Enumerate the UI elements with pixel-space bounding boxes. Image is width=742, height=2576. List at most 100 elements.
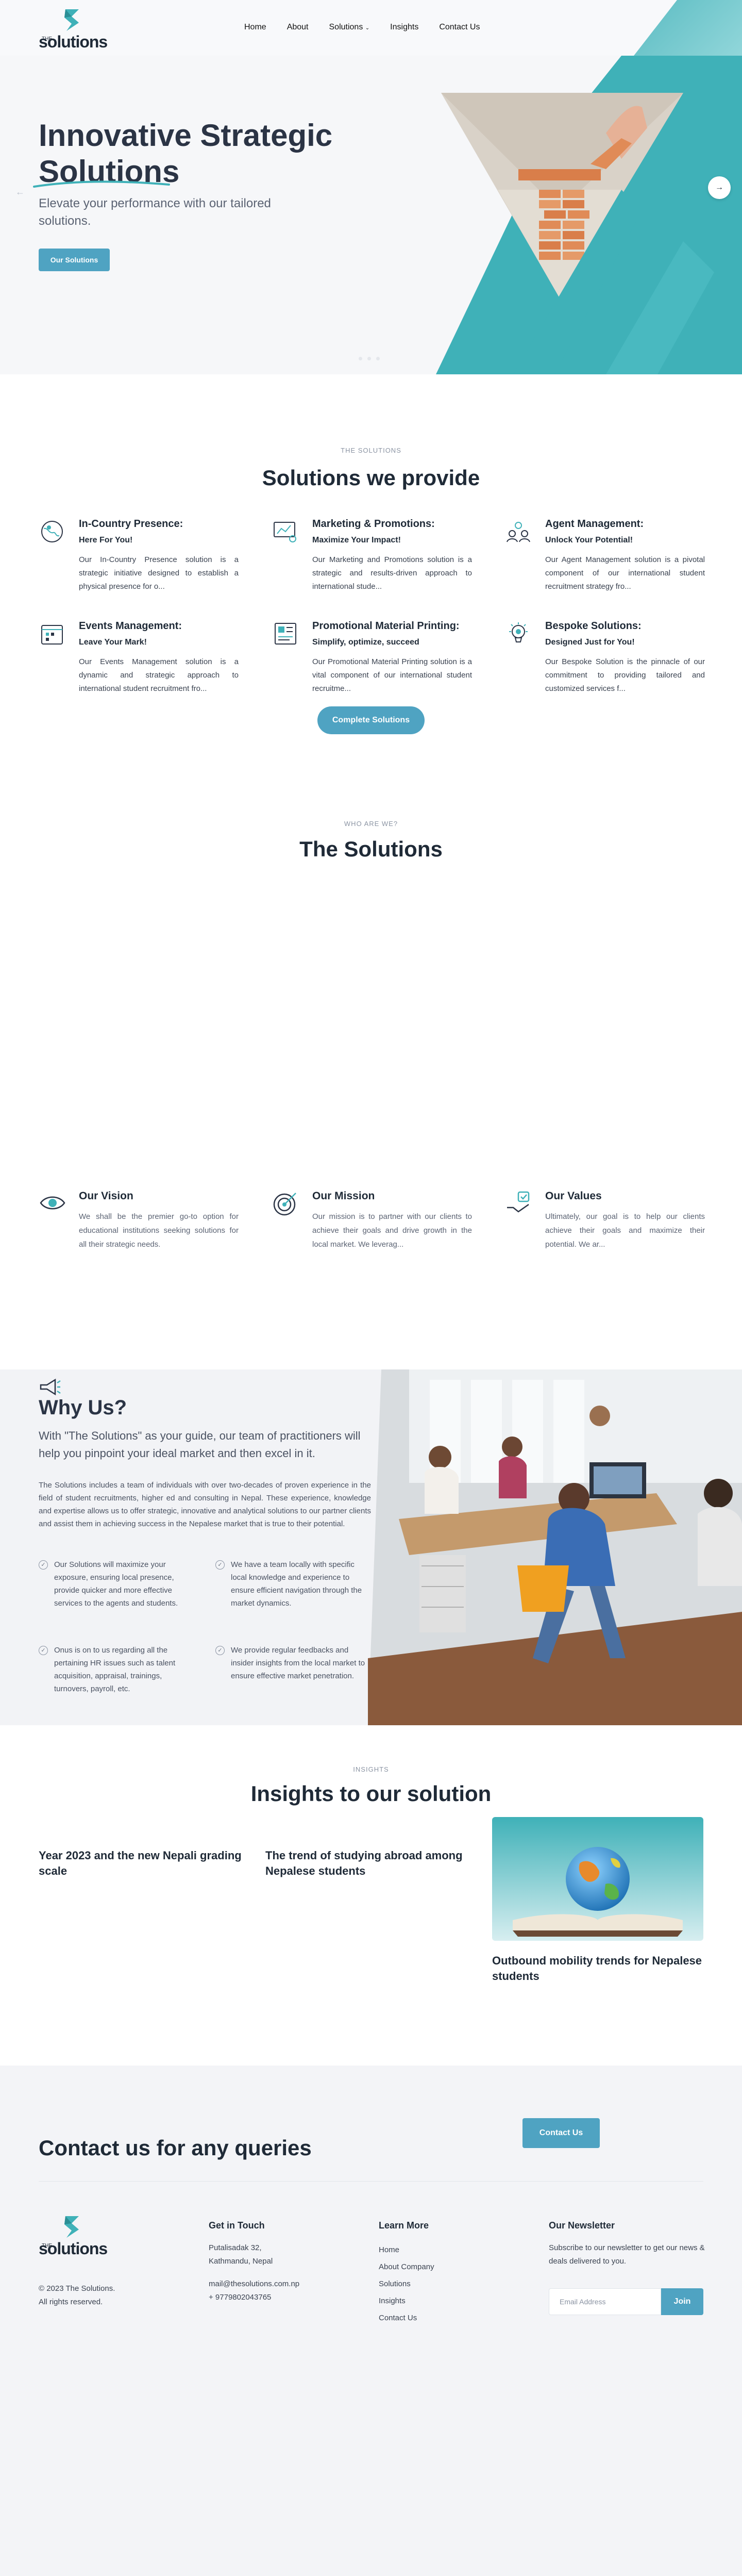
underline-swash-icon (33, 180, 170, 188)
complete-solutions-button[interactable]: Complete Solutions (317, 706, 425, 734)
solution-title: Promotional Material Printing: (312, 620, 460, 632)
solution-tagline: Designed Just for You! (545, 638, 635, 647)
chevron-down-icon: ⌄ (365, 25, 370, 31)
logo-wordmark: solutions (39, 2239, 108, 2258)
insight-title[interactable]: Outbound mobility trends for Nepalese st… (492, 1953, 703, 1984)
solution-title: Agent Management: (545, 518, 644, 530)
insights-eyebrow: INSIGHTS (353, 1765, 389, 1773)
why-point-text: Onus is on to us regarding all the perta… (54, 1646, 176, 1693)
globe-icon (41, 521, 63, 542)
insight-card[interactable]: Outbound mobility trends for Nepalese st… (492, 1817, 703, 1984)
check-icon: ✓ (215, 1646, 225, 1655)
vmv-title: Our Values (545, 1190, 602, 1202)
slider-dot[interactable] (359, 357, 362, 360)
slider-prev-icon[interactable]: ← (15, 187, 25, 197)
check-icon: ✓ (215, 1560, 225, 1570)
solution-text: Our In-Country Presence solution is a st… (79, 555, 239, 591)
why-section: Why Us? With "The Solutions" as your gui… (0, 1369, 742, 1725)
solution-tagline: Simplify, optimize, succeed (312, 638, 419, 647)
solution-tagline: Leave Your Mark! (79, 638, 147, 647)
why-title: Why Us? (39, 1396, 127, 1419)
insights-title: Insights to our solution (250, 1781, 492, 1806)
footer-link-about[interactable]: About Company (379, 2258, 434, 2275)
calendar-icon (41, 625, 63, 645)
logo[interactable]: THE solutions (39, 7, 116, 51)
logo-mark-icon (64, 9, 79, 31)
why-point-text: We have a team locally with specific loc… (231, 1560, 362, 1608)
slider-dots (359, 357, 380, 360)
nav-about[interactable]: About (287, 23, 309, 32)
why-point: ✓ We provide regular feedbacks and inside… (215, 1644, 370, 1682)
insights-section: INSIGHTS Insights to our solution Year 2… (0, 1725, 742, 2066)
insight-title[interactable]: Year 2023 and the new Nepali grading sca… (39, 1848, 245, 1879)
copyright-line: © 2023 The Solutions. (39, 2284, 115, 2293)
solution-title: Bespoke Solutions: (545, 620, 642, 632)
solution-title: In-Country Presence: (79, 518, 183, 530)
team-office-photo (368, 1369, 742, 1725)
who-eyebrow: WHO ARE WE? (344, 820, 398, 828)
footer-heading: Get in Touch (209, 2220, 265, 2231)
solution-title: Events Management: (79, 620, 182, 632)
divider (39, 2181, 703, 2182)
insight-card[interactable]: Year 2023 and the new Nepali grading sca… (39, 1848, 245, 1879)
copyright: © 2023 The Solutions. All rights reserve… (39, 2282, 115, 2309)
vmv-text: Our mission is to partner with our clien… (312, 1212, 472, 1249)
why-point: ✓ Our Solutions will maximize your exposu… (39, 1558, 193, 1610)
why-lead: With "The Solutions" as your guide, our … (39, 1429, 361, 1460)
address-line: Kathmandu, Nepal (209, 2257, 273, 2266)
footer-logo[interactable]: THE solutions (39, 2214, 116, 2258)
nav-home[interactable]: Home (244, 23, 266, 32)
why-point-text: We provide regular feedbacks and insider… (231, 1646, 365, 1680)
phone-link[interactable]: + 9779802043765 (209, 2291, 299, 2304)
vmv-text: Ultimately, our goal is to help our clie… (545, 1212, 705, 1249)
email-link[interactable]: mail@thesolutions.com.np (209, 2277, 299, 2291)
footer-link-home[interactable]: Home (379, 2241, 434, 2258)
slider-dot[interactable] (367, 357, 371, 360)
target-icon (273, 1193, 296, 1216)
nav-insights[interactable]: Insights (390, 23, 418, 32)
who-title: The Solutions (299, 837, 443, 861)
copyright-line: All rights reserved. (39, 2298, 103, 2306)
newsletter-text: Subscribe to our newsletter to get our n… (549, 2243, 705, 2266)
why-point: ✓ Onus is on to us regarding all the pert… (39, 1644, 193, 1695)
footer-newsletter: Our Newsletter Subscribe to our newslett… (549, 2220, 709, 2268)
solution-text: Our Events Management solution is a dyna… (79, 657, 239, 693)
slider-dot[interactable] (376, 357, 380, 360)
solution-tagline: Unlock Your Potential! (545, 536, 633, 544)
logo-wordmark: solutions (39, 32, 108, 51)
footer-link-solutions[interactable]: Solutions (379, 2275, 434, 2292)
footer-link-insights[interactable]: Insights (379, 2292, 434, 2309)
slider-next-button[interactable]: → (708, 176, 731, 199)
solution-text: Our Bespoke Solution is the pinnacle of … (545, 657, 705, 693)
newsletter-email-input[interactable]: Email Address (549, 2288, 661, 2315)
why-point: ✓ We have a team locally with specific lo… (215, 1558, 370, 1610)
vmv-title: Our Vision (79, 1190, 133, 1202)
nav-solutions[interactable]: Solutions ⌄ (329, 23, 370, 32)
megaphone-icon (40, 1378, 61, 1396)
our-solutions-button[interactable]: Our Solutions (39, 249, 110, 271)
marketing-icon (274, 522, 296, 542)
solution-text: Our Agent Management solution is a pivot… (545, 555, 705, 591)
main-nav: Home About Solutions ⌄ Insights Contact … (244, 23, 480, 32)
nav-contact[interactable]: Contact Us (439, 23, 480, 32)
solutions-eyebrow: THE SOLUTIONS (341, 447, 401, 454)
insight-card[interactable]: The trend of studying abroad among Nepal… (265, 1848, 471, 1879)
nav-solutions-label: Solutions (329, 23, 363, 31)
vmv-title: Our Mission (312, 1190, 375, 1202)
solution-tagline: Maximize Your Impact! (312, 536, 401, 544)
check-icon: ✓ (39, 1646, 48, 1655)
insight-title[interactable]: The trend of studying abroad among Nepal… (265, 1848, 471, 1879)
newsletter-join-button[interactable]: Join (661, 2288, 703, 2315)
solution-text: Our Promotional Material Printing soluti… (312, 657, 472, 693)
check-icon: ✓ (39, 1560, 48, 1570)
footer-get-in-touch: Get in Touch Putalisadak 32, Kathmandu, … (209, 2220, 299, 2304)
solutions-title: Solutions we provide (262, 466, 480, 490)
eye-icon (40, 1196, 65, 1210)
who-section: WHO ARE WE? The Solutions Our Vision We … (0, 807, 742, 1369)
footer-link-contact[interactable]: Contact Us (379, 2309, 434, 2326)
idea-icon (509, 622, 528, 642)
solution-title: Marketing & Promotions: (312, 518, 435, 530)
contact-us-button[interactable]: Contact Us (522, 2118, 600, 2148)
brochure-icon (275, 623, 296, 645)
solution-text: Our Marketing and Promotions solution is… (312, 555, 472, 591)
